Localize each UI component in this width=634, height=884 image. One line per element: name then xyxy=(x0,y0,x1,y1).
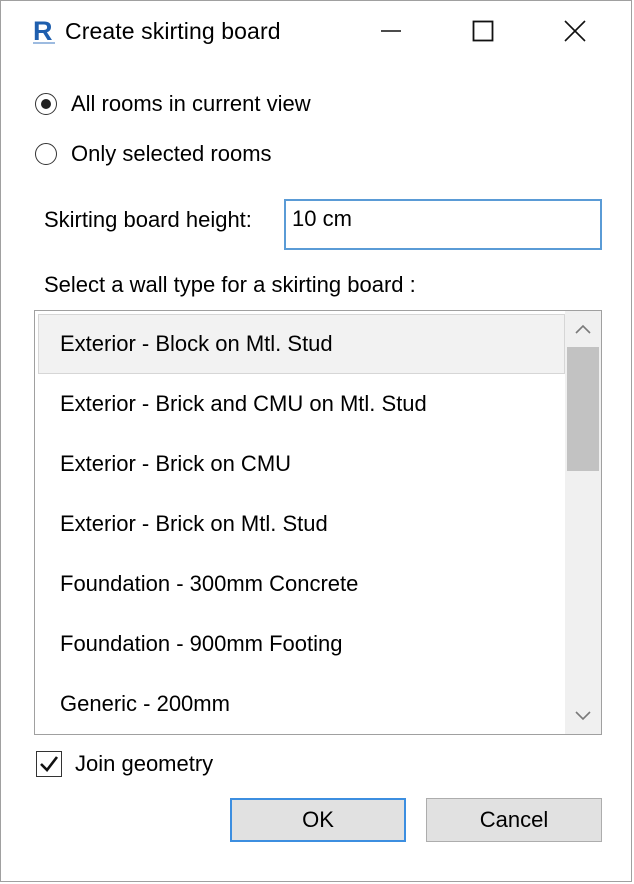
list-item[interactable]: Exterior - Block on Mtl. Stud xyxy=(38,314,565,374)
height-label: Skirting board height: xyxy=(44,207,252,232)
maximize-button[interactable] xyxy=(437,1,529,61)
join-geometry-checkbox[interactable] xyxy=(36,751,62,777)
radio-button-checked[interactable] xyxy=(35,93,57,115)
radio-all-rooms[interactable]: All rooms in current view xyxy=(35,89,311,119)
revit-app-icon: R xyxy=(31,15,57,45)
scroll-up-button[interactable] xyxy=(565,311,601,347)
wall-type-label: Select a wall type for a skirting board … xyxy=(44,272,416,297)
dialog-window: R Create skirting board All rooms in cur… xyxy=(0,0,632,882)
minimize-button[interactable] xyxy=(345,1,437,61)
close-button[interactable] xyxy=(529,1,621,61)
chevron-up-icon xyxy=(575,324,591,334)
window-title: Create skirting board xyxy=(65,18,281,44)
scroll-down-button[interactable] xyxy=(565,698,601,734)
join-geometry-option[interactable]: Join geometry xyxy=(36,749,213,779)
scrollbar-thumb[interactable] xyxy=(567,347,599,471)
close-icon xyxy=(564,20,586,42)
chevron-down-icon xyxy=(575,711,591,721)
list-item[interactable]: Exterior - Brick and CMU on Mtl. Stud xyxy=(38,374,565,434)
maximize-icon xyxy=(472,20,494,42)
wall-type-listbox[interactable]: Exterior - Block on Mtl. Stud Exterior -… xyxy=(34,310,602,735)
list-item[interactable]: Generic - 200mm xyxy=(38,674,565,734)
ok-button[interactable]: OK xyxy=(230,798,406,842)
vertical-scrollbar[interactable] xyxy=(565,311,601,734)
cancel-button[interactable]: Cancel xyxy=(426,798,602,842)
list-item[interactable]: Exterior - Brick on Mtl. Stud xyxy=(38,494,565,554)
title-bar[interactable]: R Create skirting board xyxy=(1,1,631,61)
radio-selected-rooms[interactable]: Only selected rooms xyxy=(35,139,272,169)
radio-selected-rooms-label: Only selected rooms xyxy=(71,141,272,166)
radio-button-unchecked[interactable] xyxy=(35,143,57,165)
list-item[interactable]: Foundation - 900mm Footing xyxy=(38,614,565,674)
list-item[interactable]: Exterior - Brick on CMU xyxy=(38,434,565,494)
join-geometry-label: Join geometry xyxy=(75,751,214,776)
list-item[interactable]: Foundation - 300mm Concrete xyxy=(38,554,565,614)
checkmark-icon xyxy=(40,756,59,772)
height-input[interactable]: 10 cm xyxy=(284,199,602,250)
radio-all-rooms-label: All rooms in current view xyxy=(71,91,311,116)
svg-text:R: R xyxy=(33,16,53,45)
minimize-icon xyxy=(381,30,401,32)
wall-type-list: Exterior - Block on Mtl. Stud Exterior -… xyxy=(38,314,565,734)
